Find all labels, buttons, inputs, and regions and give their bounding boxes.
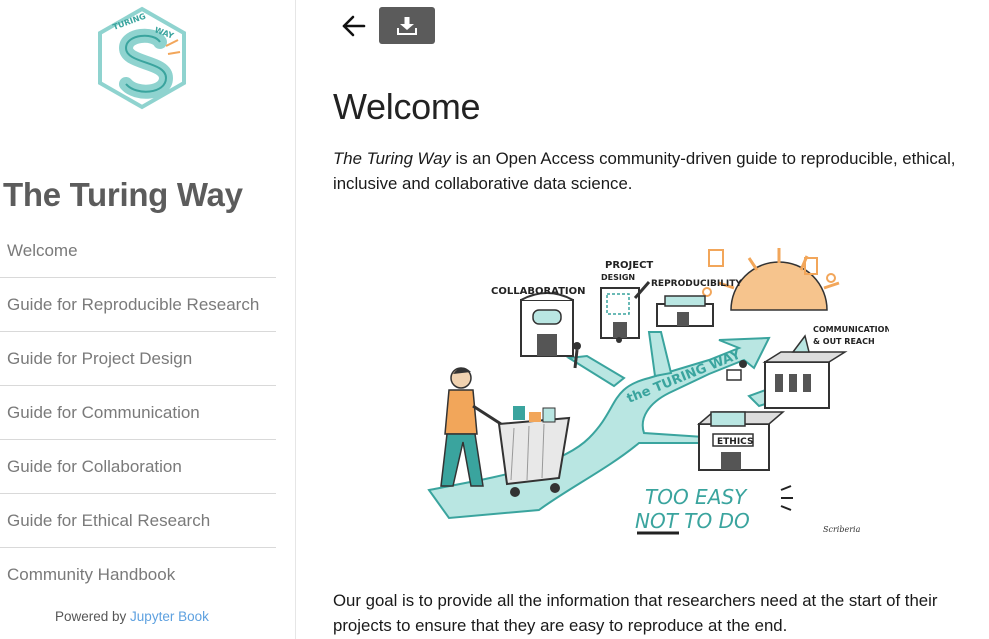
jupyter-book-link[interactable]: Jupyter Book bbox=[130, 609, 209, 624]
page-title: Welcome bbox=[333, 86, 481, 127]
turing-way-logo[interactable]: TURING WAY bbox=[96, 6, 188, 110]
download-icon bbox=[397, 16, 417, 35]
sidebar-item-label: Guide for Communication bbox=[7, 402, 200, 422]
sidebar-nav: Welcome Guide for Reproducible Research … bbox=[0, 224, 276, 602]
download-button[interactable] bbox=[379, 7, 435, 44]
svg-text:the TURING WAY: the TURING WAY bbox=[625, 347, 743, 407]
svg-text:COLLABORATION: COLLABORATION bbox=[491, 286, 586, 297]
sidebar-item-community-handbook[interactable]: Community Handbook bbox=[0, 548, 276, 602]
svg-text:PROJECT: PROJECT bbox=[605, 260, 653, 271]
powered-by: Powered by Jupyter Book bbox=[55, 609, 209, 624]
svg-text:REPRODUCIBILITY: REPRODUCIBILITY bbox=[651, 279, 742, 289]
svg-text:COMMUNICATION: COMMUNICATION bbox=[813, 325, 889, 334]
sidebar-item-reproducible-research[interactable]: Guide for Reproducible Research bbox=[0, 278, 276, 332]
sidebar-item-label: Community Handbook bbox=[7, 565, 176, 584]
sidebar: TURING WAY The Turing Way Welcome Guide … bbox=[0, 0, 296, 639]
sidebar-item-label: Guide for Ethical Research bbox=[7, 510, 211, 530]
svg-text:ETHICS: ETHICS bbox=[717, 437, 753, 447]
svg-text:DESIGN: DESIGN bbox=[601, 273, 635, 282]
sidebar-item-label: Guide for Project Design bbox=[7, 348, 193, 368]
svg-text:& OUT REACH: & OUT REACH bbox=[813, 337, 875, 346]
sidebar-item-ethical-research[interactable]: Guide for Ethical Research bbox=[0, 494, 276, 548]
sidebar-item-label: Welcome bbox=[7, 240, 78, 260]
sidebar-item-label: Guide for Collaboration bbox=[7, 456, 182, 476]
turing-way-illustration: the TURING WAY COLLABORATION PROJECT DES… bbox=[427, 248, 889, 535]
intro-paragraph: The Turing Way is an Open Access communi… bbox=[333, 146, 973, 196]
sidebar-item-label: Guide for Reproducible Research bbox=[7, 294, 260, 314]
sidebar-item-communication[interactable]: Guide for Communication bbox=[0, 386, 276, 440]
sidebar-item-collaboration[interactable]: Guide for Collaboration bbox=[0, 440, 276, 494]
sidebar-item-welcome[interactable]: Welcome bbox=[0, 224, 276, 278]
arrow-left-icon[interactable] bbox=[340, 12, 368, 40]
svg-text:Scriberia: Scriberia bbox=[823, 525, 861, 534]
svg-text:TOO EASY: TOO EASY bbox=[645, 485, 748, 509]
sidebar-item-project-design[interactable]: Guide for Project Design bbox=[0, 332, 276, 386]
svg-text:NOT TO DO: NOT TO DO bbox=[635, 509, 750, 533]
site-title[interactable]: The Turing Way bbox=[3, 176, 243, 214]
intro-emphasis: The Turing Way bbox=[333, 149, 451, 168]
goal-paragraph: Our goal is to provide all the informati… bbox=[333, 591, 938, 635]
powered-by-text: Powered by bbox=[55, 609, 131, 624]
